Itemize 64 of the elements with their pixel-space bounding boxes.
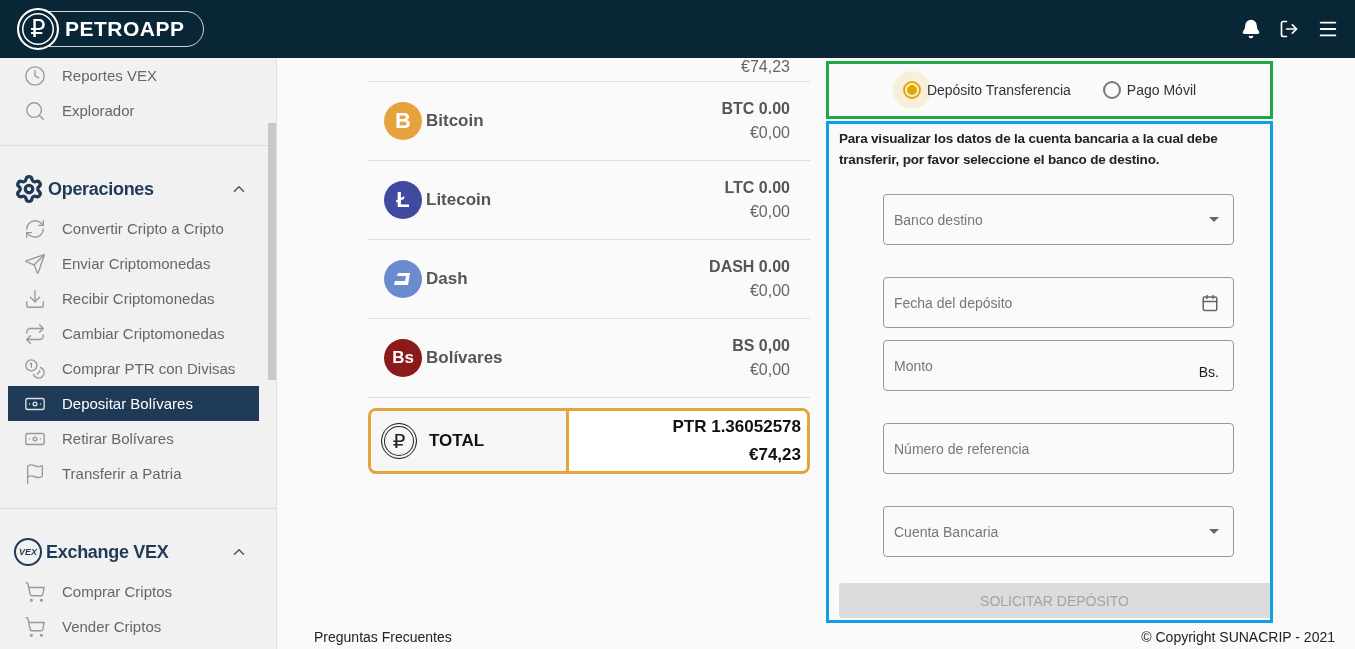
sidebar-item[interactable]: Comprar Criptos bbox=[8, 574, 259, 609]
logout-icon[interactable] bbox=[1279, 19, 1299, 39]
select-field[interactable]: Banco destino bbox=[883, 194, 1234, 245]
sidebar-item[interactable]: Comprar PTR con Divisas bbox=[8, 351, 259, 386]
menu-item-icon bbox=[24, 615, 46, 638]
instructions-text: Para visualizar los datos de la cuenta bancaria a la cual debe transferir, por favor seleccione el banco de destino. bbox=[839, 130, 1219, 169]
coin-name: Dash bbox=[426, 269, 469, 289]
logo-mark: ₽ bbox=[17, 8, 59, 50]
fiat-value: €0,00 bbox=[749, 282, 790, 300]
coin-amount: BS 0,00 bbox=[732, 337, 790, 355]
sidebar-group-title[interactable]: Operaciones bbox=[48, 178, 226, 200]
dropdown-caret-icon bbox=[1209, 217, 1219, 222]
total-amount: PTR 1.36052578 bbox=[672, 417, 801, 437]
sidebar-item[interactable]: Cambiar Criptomonedas bbox=[8, 316, 259, 351]
menu-item-icon bbox=[24, 580, 46, 603]
menu-item-icon bbox=[24, 252, 46, 275]
total-fiat: €74,23 bbox=[749, 445, 801, 465]
copyright-text: © Copyright SUNACRIP - 2021 bbox=[1141, 629, 1335, 645]
date-field[interactable]: Fecha del depósito bbox=[883, 277, 1234, 328]
sidebar-item[interactable]: Depositar Bolívares bbox=[8, 386, 259, 421]
coin-icon: Bs bbox=[384, 339, 422, 377]
sidebar-item[interactable]: Transferir a Patria bbox=[8, 456, 259, 491]
coin-name: Bolívares bbox=[426, 348, 504, 368]
sidebar-item[interactable]: Vender Criptos bbox=[8, 609, 259, 644]
sidebar-item[interactable]: Convertir Cripto a Cripto bbox=[8, 211, 259, 246]
coin-amount: LTC 0.00 bbox=[724, 179, 790, 197]
currency-suffix: Bs. bbox=[1198, 364, 1219, 380]
menu-item-icon bbox=[24, 217, 46, 240]
sidebar-item[interactable]: Recibir Criptomonedas bbox=[8, 281, 259, 316]
menu-item-icon bbox=[24, 357, 46, 380]
exchange-logo-icon: VEX bbox=[14, 538, 42, 566]
coin-icon: Ł bbox=[384, 181, 422, 219]
coin-amount: BTC 0.00 bbox=[721, 100, 790, 118]
fiat-value: €0,00 bbox=[749, 203, 790, 221]
fiat-value: €0,00 bbox=[749, 124, 790, 142]
petro-coin-icon: ₽ bbox=[381, 423, 417, 459]
menu-item-icon bbox=[24, 99, 46, 122]
select-field[interactable]: Cuenta Bancaria bbox=[883, 506, 1234, 557]
coin-name: Litecoin bbox=[426, 190, 493, 210]
sidebar-item[interactable]: Retirar Bolívares bbox=[8, 421, 259, 456]
coin-icon: B bbox=[384, 102, 422, 140]
sidebar-group-title[interactable]: Exchange VEX bbox=[46, 541, 226, 563]
coin-amount: DASH 0.00 bbox=[709, 258, 790, 276]
menu-item-icon bbox=[24, 64, 46, 87]
dropdown-caret-icon bbox=[1209, 529, 1219, 534]
coin-name: Bitcoin bbox=[426, 111, 485, 131]
total-label: TOTAL bbox=[429, 431, 485, 451]
scrollbar[interactable] bbox=[268, 123, 276, 380]
fiat-value: €0,00 bbox=[749, 361, 790, 379]
menu-item-icon bbox=[24, 462, 46, 485]
input-field[interactable]: Número de referencia bbox=[883, 423, 1234, 474]
menu-item-icon bbox=[24, 322, 46, 345]
calendar-icon[interactable] bbox=[1201, 293, 1219, 312]
notifications-bell-icon[interactable] bbox=[1241, 19, 1261, 39]
payment-method-radio[interactable]: Pago Móvil bbox=[1102, 81, 1197, 99]
input-field[interactable]: Monto Bs. bbox=[883, 340, 1234, 391]
payment-method-radio[interactable]: Depósito Transferencia bbox=[902, 81, 1071, 99]
logo-text: PETROAPP bbox=[65, 17, 185, 41]
faq-link[interactable]: Preguntas Frecuentes bbox=[314, 629, 452, 645]
fiat-value: €74,23 bbox=[741, 58, 790, 76]
menu-item-icon bbox=[24, 287, 46, 310]
sidebar-item[interactable]: Explorador bbox=[8, 93, 259, 128]
sidebar-item[interactable]: Enviar Criptomonedas bbox=[8, 246, 259, 281]
sidebar-item[interactable]: Reportes VEX bbox=[8, 58, 259, 93]
